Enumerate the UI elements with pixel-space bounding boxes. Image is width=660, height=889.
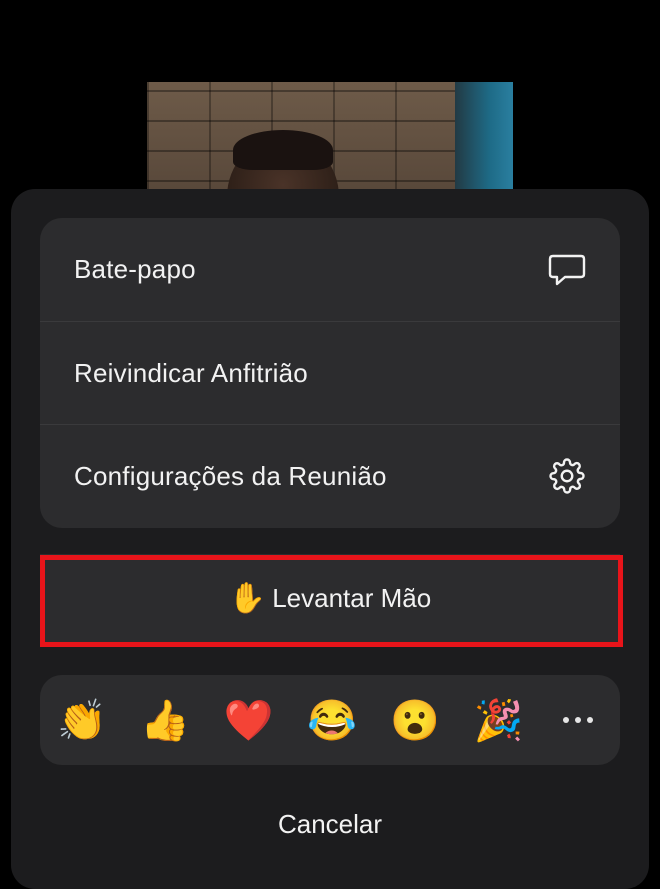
heart-icon[interactable]: ❤️ <box>219 690 279 750</box>
raise-hand-button[interactable]: ✋ Levantar Mão <box>40 554 620 642</box>
more-horizontal-icon[interactable] <box>552 694 604 746</box>
cancel-button[interactable]: Cancelar <box>11 799 649 849</box>
chat-bubble-icon <box>548 251 586 289</box>
participant-hair <box>233 130 333 170</box>
menu-item-claim-host[interactable]: Reivindicar Anfitrião <box>40 321 620 424</box>
menu-card: Bate-papo Reivindicar Anfitrião Configur… <box>40 218 620 528</box>
raised-hand-icon: ✋ <box>228 581 267 615</box>
menu-item-meeting-settings[interactable]: Configurações da Reunião <box>40 424 620 527</box>
menu-item-label: Bate-papo <box>74 254 196 284</box>
party-popper-icon[interactable]: 🎉 <box>469 690 529 750</box>
thumbs-up-icon[interactable]: 👍 <box>135 690 195 750</box>
menu-item-label: Configurações da Reunião <box>74 460 387 491</box>
reactions-bar: 👏 👍 ❤️ 😂 😮 🎉 <box>40 675 620 765</box>
menu-item-label: Reivindicar Anfitrião <box>74 357 308 388</box>
tears-of-joy-icon[interactable]: 😂 <box>302 690 362 750</box>
more-options-sheet: Bate-papo Reivindicar Anfitrião Configur… <box>11 189 649 889</box>
raise-hand-label: Levantar Mão <box>272 582 432 613</box>
gear-icon <box>548 457 586 495</box>
clapping-hands-icon[interactable]: 👏 <box>52 690 112 750</box>
surprised-face-icon[interactable]: 😮 <box>385 690 445 750</box>
menu-item-chat[interactable]: Bate-papo <box>40 218 620 321</box>
cancel-label: Cancelar <box>277 808 383 839</box>
